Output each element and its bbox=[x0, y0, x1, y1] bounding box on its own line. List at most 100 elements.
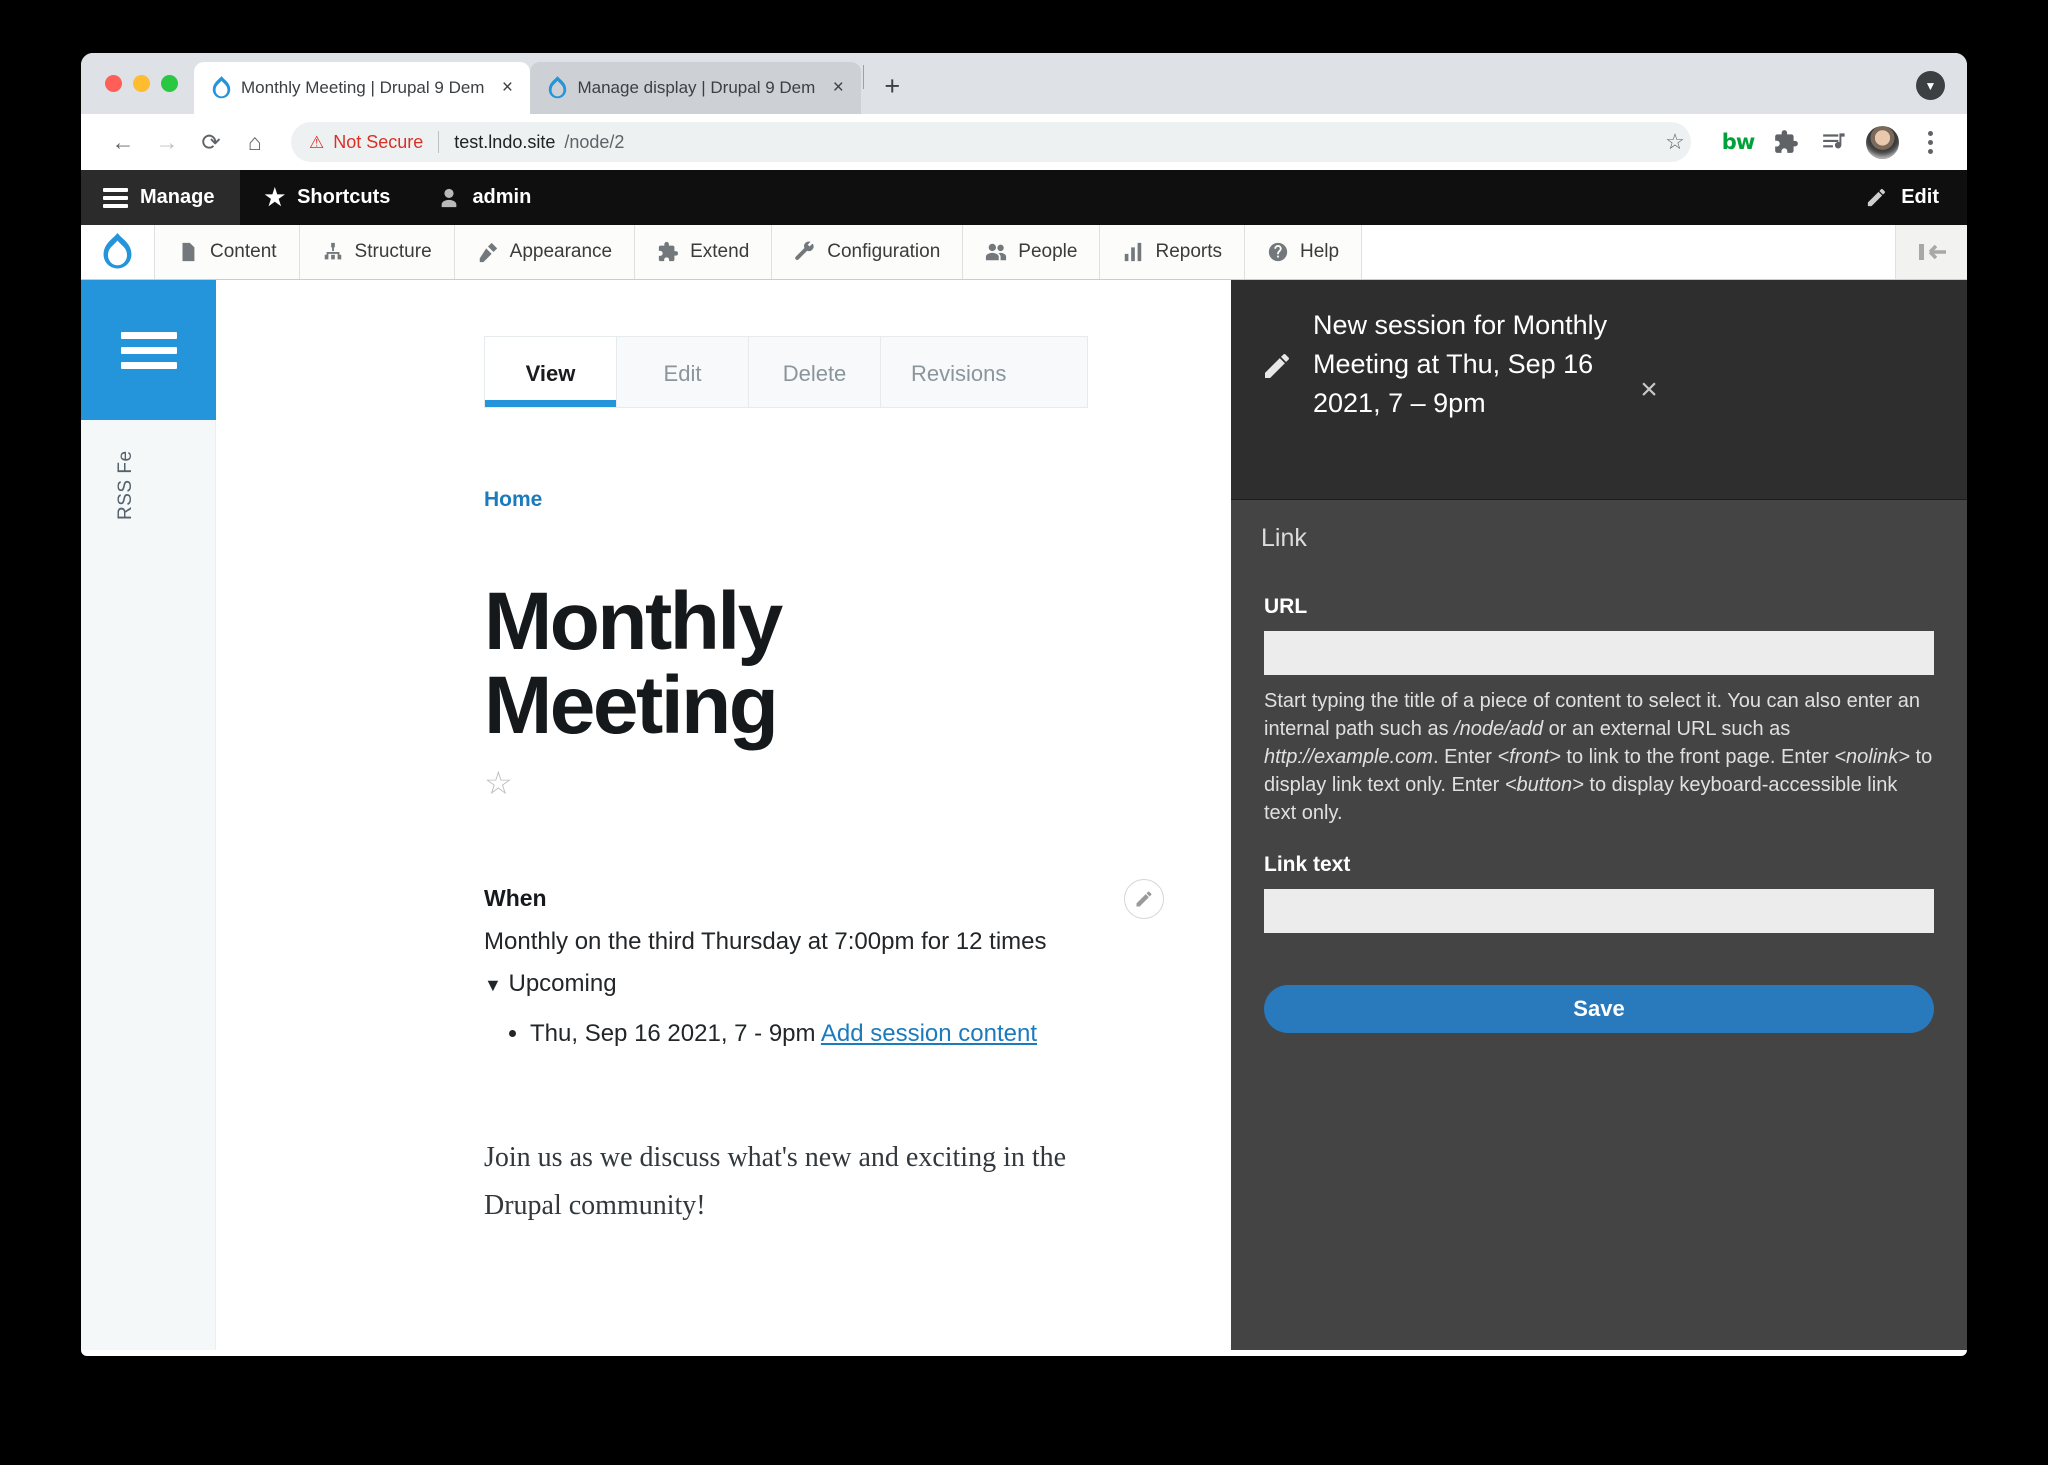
not-secure-warning-icon: ⚠ bbox=[309, 132, 325, 152]
when-field-block: When Monthly on the third Thursday at 7:… bbox=[484, 878, 1164, 1052]
user-icon bbox=[442, 188, 457, 207]
drupal-admin-menu: Content Structure Appearance Extend Conf… bbox=[81, 225, 1967, 280]
pencil-glyph bbox=[1265, 354, 1289, 378]
contextual-edit-button[interactable] bbox=[1124, 878, 1164, 919]
menu-item-content[interactable]: Content bbox=[155, 225, 300, 279]
extension-bw-icon[interactable]: bw bbox=[1719, 123, 1757, 161]
menu-item-label: Extend bbox=[690, 241, 750, 262]
tab-revisions[interactable]: Revisions bbox=[881, 337, 1037, 407]
menu-item-appearance[interactable]: Appearance bbox=[454, 225, 636, 279]
people-icon bbox=[986, 243, 1007, 261]
toolbar-shortcuts-button[interactable]: ★ Shortcuts bbox=[240, 170, 414, 225]
browser-url-bar: ← → ⟳ ⌂ ⚠ Not Secure test.lndo.site/node… bbox=[81, 114, 1967, 170]
pencil-icon bbox=[1136, 891, 1152, 907]
session-date: Thu, Sep 16 2021, 7 - 9pm bbox=[530, 1019, 816, 1047]
bookmark-star-icon[interactable]: ☆ bbox=[1657, 124, 1693, 160]
toolbar-manage-button[interactable]: Manage bbox=[81, 170, 241, 225]
toolbar-collapse-button[interactable] bbox=[1895, 225, 1967, 279]
menu-item-structure[interactable]: Structure bbox=[299, 225, 455, 279]
maximize-window-button[interactable] bbox=[161, 75, 178, 92]
url-host: test.lndo.site bbox=[454, 131, 556, 152]
reports-icon bbox=[1125, 242, 1142, 262]
drupal-logo-icon bbox=[103, 233, 132, 269]
toolbar-edit-button[interactable]: Edit bbox=[1837, 170, 1967, 225]
playlist-icon bbox=[1823, 133, 1845, 149]
drupal-home-link[interactable] bbox=[81, 225, 155, 279]
menu-item-people[interactable]: People bbox=[963, 225, 1101, 279]
close-icon[interactable]: × bbox=[1631, 372, 1667, 408]
toolbar-shortcuts-label: Shortcuts bbox=[297, 186, 391, 208]
upcoming-disclosure[interactable]: ▼ Upcoming bbox=[484, 970, 1144, 998]
collapse-left-icon bbox=[1918, 244, 1946, 260]
profile-avatar[interactable] bbox=[1863, 123, 1901, 161]
tab-delete[interactable]: Delete bbox=[749, 337, 881, 407]
session-list: Thu, Sep 16 2021, 7 - 9pm Add session co… bbox=[484, 1016, 1144, 1052]
minimize-window-button[interactable] bbox=[133, 75, 150, 92]
tab-edit[interactable]: Edit bbox=[617, 337, 749, 407]
toolbar-manage-label: Manage bbox=[140, 186, 215, 208]
url-input[interactable] bbox=[1264, 631, 1934, 675]
back-button[interactable]: ← bbox=[103, 122, 143, 162]
reload-button[interactable]: ⟳ bbox=[191, 122, 231, 162]
not-secure-label: Not Secure bbox=[333, 131, 424, 152]
home-button[interactable]: ⌂ bbox=[235, 122, 275, 162]
browser-tab-title: Manage display | Drupal 9 Dem bbox=[577, 78, 816, 97]
save-button[interactable]: Save bbox=[1264, 985, 1934, 1033]
browser-tab-title: Monthly Meeting | Drupal 9 Dem bbox=[241, 78, 485, 97]
menu-item-label: Structure bbox=[354, 241, 432, 262]
close-tab-icon[interactable]: × bbox=[825, 75, 851, 101]
configuration-icon bbox=[795, 241, 814, 260]
pencil-icon bbox=[1868, 188, 1886, 207]
structure-icon bbox=[324, 242, 341, 260]
help-icon bbox=[1268, 242, 1288, 262]
offcanvas-section-title: Link bbox=[1261, 524, 1307, 552]
puzzle-icon bbox=[1775, 130, 1798, 153]
tab-search-button[interactable]: ▼ bbox=[1916, 71, 1945, 100]
link-text-input[interactable] bbox=[1264, 889, 1934, 933]
menu-item-extend[interactable]: Extend bbox=[635, 225, 773, 279]
menu-item-help[interactable]: Help bbox=[1245, 225, 1363, 279]
browser-window: Monthly Meeting | Drupal 9 Dem × Manage … bbox=[81, 53, 1967, 1356]
menu-item-label: Appearance bbox=[509, 241, 613, 262]
menu-item-label: Reports bbox=[1155, 241, 1222, 262]
browser-menu-button[interactable] bbox=[1911, 123, 1949, 161]
close-window-button[interactable] bbox=[105, 75, 122, 92]
extensions-puzzle-icon[interactable] bbox=[1767, 123, 1805, 161]
new-tab-button[interactable]: + bbox=[872, 66, 912, 106]
sidebar-menu-toggle[interactable] bbox=[81, 280, 216, 420]
menu-item-label: Content bbox=[210, 241, 277, 262]
drupal-admin-toolbar: Manage ★ Shortcuts admin Edit bbox=[81, 170, 1967, 225]
offcanvas-title: New session for Monthly Meeting at Thu, … bbox=[1313, 310, 1608, 418]
menu-item-reports[interactable]: Reports bbox=[1100, 225, 1245, 279]
when-label: When bbox=[484, 884, 547, 911]
avatar bbox=[1865, 125, 1899, 159]
drupal-logo-icon bbox=[212, 76, 231, 99]
menu-item-configuration[interactable]: Configuration bbox=[772, 225, 964, 279]
hamburger-icon bbox=[120, 331, 177, 369]
upcoming-label: Upcoming bbox=[508, 969, 617, 997]
node-body-text: Join us as we discuss what's new and exc… bbox=[484, 1141, 1067, 1222]
forward-button[interactable]: → bbox=[147, 122, 187, 162]
toolbar-account-label: admin bbox=[472, 186, 532, 208]
add-session-content-link[interactable]: Add session content bbox=[821, 1020, 1037, 1047]
browser-tab-2[interactable]: Manage display | Drupal 9 Dem × bbox=[530, 62, 862, 114]
toolbar-edit-label: Edit bbox=[1901, 186, 1939, 208]
link-text-field-label: Link text bbox=[1264, 853, 1351, 876]
appearance-icon bbox=[479, 242, 497, 263]
when-recurrence-text: Monthly on the third Thursday at 7:00pm … bbox=[484, 927, 1047, 955]
tab-view[interactable]: View bbox=[485, 337, 617, 407]
close-tab-icon[interactable]: × bbox=[494, 75, 520, 101]
tab-divider bbox=[863, 64, 865, 89]
page-body: RSS Fe View Edit Delete Revisions Home M… bbox=[81, 280, 1967, 1350]
caret-down-icon: ▼ bbox=[484, 974, 502, 995]
reading-list-icon[interactable] bbox=[1815, 123, 1853, 161]
left-sidebar: RSS Fe bbox=[81, 280, 216, 1350]
offcanvas-dialog: New session for Monthly Meeting at Thu, … bbox=[1231, 280, 1967, 1350]
menu-item-label: People bbox=[1018, 241, 1078, 262]
url-field-description: Start typing the title of a piece of con… bbox=[1264, 690, 1933, 824]
address-bar[interactable]: ⚠ Not Secure test.lndo.site/node/2 bbox=[291, 122, 1691, 162]
browser-tab-1[interactable]: Monthly Meeting | Drupal 9 Dem × bbox=[194, 62, 531, 114]
extension-bw-label: bw bbox=[1721, 130, 1755, 154]
toolbar-account-button[interactable]: admin bbox=[414, 170, 555, 225]
kebab-icon bbox=[1913, 130, 1947, 154]
